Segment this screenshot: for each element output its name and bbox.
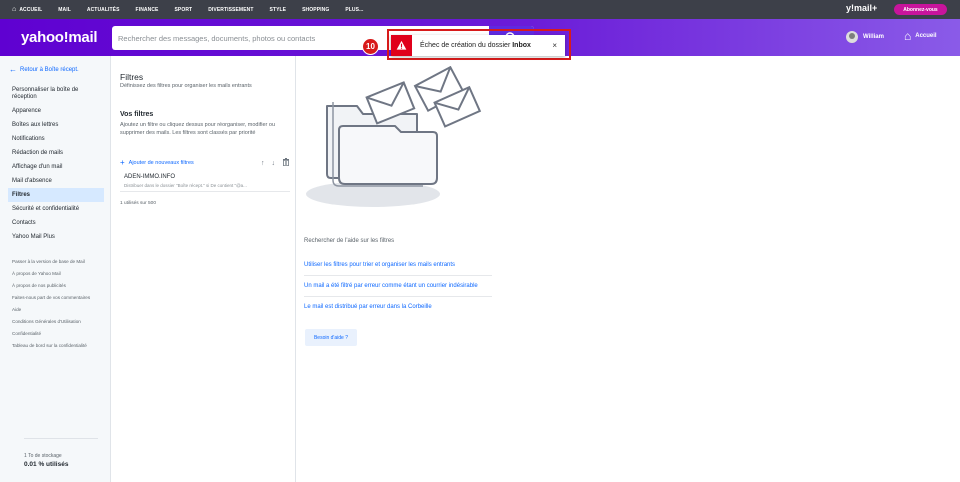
filter-count: 1 utilisés sur 500 [120, 201, 156, 206]
nav-item-actualites[interactable]: ACTUALITÉS [79, 0, 128, 19]
need-help-button[interactable]: Besoin d'aide ? [305, 329, 357, 346]
section-title: Vos filtres [120, 111, 154, 118]
sidebar-item-apparence[interactable]: Apparence [8, 104, 104, 118]
help-link-trier[interactable]: Utiliser les filtres pour trier et organ… [304, 255, 492, 276]
close-icon[interactable]: × [552, 41, 557, 50]
toast-message-prefix: Échec de création du dossier [420, 42, 511, 49]
link-tableau-de-bord[interactable]: Tableau de bord sur la confidentialité [8, 340, 104, 352]
toast-message: Échec de création du dossier Inbox [420, 42, 552, 49]
sidebar-item-securite[interactable]: Sécurité et confidentialité [8, 202, 104, 216]
nav-item-divertissement[interactable]: DIVERTISSEMENT [200, 0, 261, 19]
nav-item-finance[interactable]: FINANCE [128, 0, 167, 19]
arrow-down-icon[interactable]: ↓ [272, 160, 276, 167]
back-to-inbox-link[interactable]: ← Retour à Boîte récept. [9, 65, 79, 74]
nav-item-plus[interactable]: PLUS... [337, 0, 371, 19]
nav-item-shopping[interactable]: SHOPPING [294, 0, 337, 19]
arrow-left-icon: ← [9, 65, 17, 74]
filters-toolbar: + Ajouter de nouveaux filtres ↑ ↓ [120, 157, 290, 169]
sidebar-item-boites[interactable]: Boîtes aux lettres [8, 118, 104, 132]
storage-info: 1 To de stockage 0.01 % utilisés [24, 438, 98, 468]
page-title: Filtres [120, 72, 144, 82]
filter-name: ADEN-IMMO.INFO [124, 174, 175, 180]
link-a-propos[interactable]: À propos de Yahoo Mail [8, 268, 104, 280]
top-navigation: ⌂ ACCUEIL MAIL ACTUALITÉS FINANCE SPORT D… [0, 0, 960, 19]
sidebar-item-redaction[interactable]: Rédaction de mails [8, 146, 104, 160]
back-label: Retour à Boîte récept. [20, 66, 79, 73]
nav-item-accueil[interactable]: ⌂ ACCUEIL [0, 0, 50, 19]
storage-label: 1 To de stockage [24, 453, 62, 459]
section-description: Ajoutez un filtre ou cliquez dessus pour… [120, 122, 276, 136]
arrow-up-icon[interactable]: ↑ [261, 160, 265, 167]
link-conditions[interactable]: Conditions Générales d'Utilisation [8, 316, 104, 328]
help-link-corbeille[interactable]: Le mail est distribué par erreur dans la… [304, 297, 492, 317]
nav-label: ACCUEIL [19, 6, 43, 13]
step-badge: 10 [362, 38, 379, 55]
page-subtitle: Définissez des filtres pour organiser le… [120, 83, 252, 89]
warning-icon [391, 35, 412, 56]
home-label: Accueil [915, 33, 937, 39]
nav-item-sport[interactable]: SPORT [166, 0, 200, 19]
secondary-links: Passer à la version de base de Mail À pr… [8, 256, 104, 352]
subscribe-button[interactable]: Abonnez-vous [894, 4, 947, 15]
home-icon: ⌂ [12, 6, 17, 13]
link-commentaires[interactable]: Faites-nous part de vos commentaires [8, 292, 104, 304]
nav-item-style[interactable]: STYLE [262, 0, 295, 19]
filter-row[interactable]: ADEN-IMMO.INFO Distribuer dans le dossie… [120, 171, 290, 192]
filters-panel: Filtres Définissez des filtres pour orga… [111, 56, 296, 482]
help-links: Utiliser les filtres pour trier et organ… [304, 255, 492, 317]
help-section-title: Rechercher de l'aide sur les filtres [304, 238, 395, 244]
sidebar-item-filtres[interactable]: Filtres [8, 188, 104, 202]
user-name: William [863, 34, 884, 40]
home-button[interactable]: ⌂ Accueil [904, 30, 937, 42]
ymail-plus-logo[interactable]: y!mail+ [846, 3, 877, 13]
sidebar-item-yahoo-mail-plus[interactable]: Yahoo Mail Plus [8, 230, 104, 244]
sidebar-item-personnaliser[interactable]: Personnaliser la boîte de réception [8, 83, 104, 104]
plus-icon: + [120, 158, 125, 167]
link-aide[interactable]: Aide [8, 304, 104, 316]
nav-item-mail[interactable]: MAIL [50, 0, 79, 19]
add-filter-button[interactable]: + Ajouter de nouveaux filtres [120, 159, 254, 167]
avatar [846, 31, 858, 43]
settings-sidebar: ← Retour à Boîte récept. Personnaliser l… [0, 56, 111, 482]
help-link-indesirable[interactable]: Un mail a été filtré par erreur comme ét… [304, 276, 492, 297]
toast-message-folder: Inbox [512, 42, 531, 49]
add-filter-label: Ajouter de nouveaux filtres [128, 160, 194, 166]
settings-menu: Personnaliser la boîte de réception Appa… [8, 83, 104, 244]
link-version-base[interactable]: Passer à la version de base de Mail [8, 256, 104, 268]
folder-envelopes-illustration [306, 66, 482, 207]
sidebar-item-notifications[interactable]: Notifications [8, 132, 104, 146]
storage-value: 0.01 % utilisés [24, 461, 69, 468]
user-profile[interactable]: William [846, 31, 884, 43]
trash-icon[interactable] [282, 158, 290, 168]
yahoo-mail-logo[interactable]: yahoo!mail [21, 29, 97, 46]
sidebar-item-affichage[interactable]: Affichage d'un mail [8, 160, 104, 174]
sidebar-item-contacts[interactable]: Contacts [8, 216, 104, 230]
link-confidentialite[interactable]: Confidentialité [8, 328, 104, 340]
house-icon: ⌂ [904, 29, 912, 43]
filter-detail: Distribuer dans le dossier "Boîte récept… [124, 183, 247, 188]
error-toast: Échec de création du dossier Inbox × [391, 35, 565, 56]
link-publicites[interactable]: À propos de nos publicités [8, 280, 104, 292]
sidebar-item-absence[interactable]: Mail d'absence [8, 174, 104, 188]
help-content: Rechercher de l'aide sur les filtres Uti… [297, 56, 960, 482]
